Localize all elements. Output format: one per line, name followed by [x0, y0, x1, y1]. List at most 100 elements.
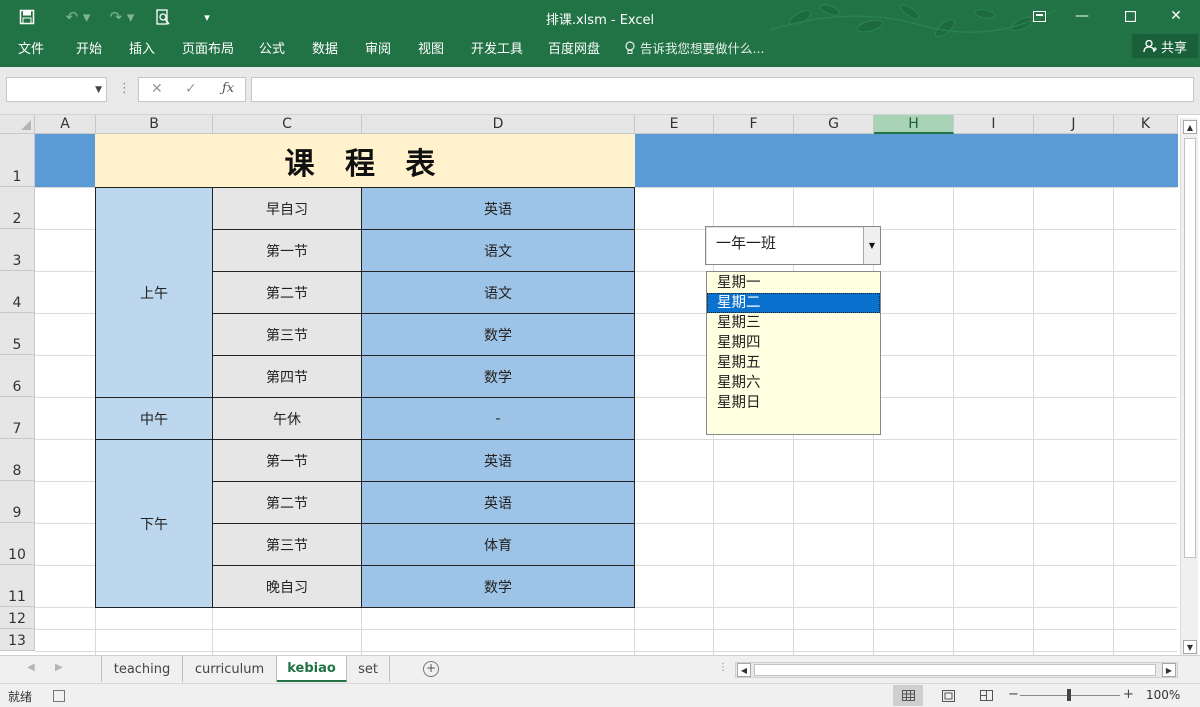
- row-header-9[interactable]: 9: [0, 481, 35, 523]
- list-item-monday[interactable]: 星期一: [707, 273, 880, 293]
- chevron-down-icon[interactable]: ▼: [863, 227, 880, 264]
- next-sheet-icon[interactable]: ▶: [55, 662, 63, 673]
- tab-splitter-icon[interactable]: ⋮: [718, 662, 728, 673]
- sheet-tab-set[interactable]: set: [347, 656, 390, 682]
- column-header-k[interactable]: K: [1114, 115, 1178, 134]
- zoom-level[interactable]: 100%: [1146, 688, 1180, 702]
- noon-cell[interactable]: 中午: [95, 397, 213, 440]
- tab-baidu-netdisk[interactable]: 百度网盘: [548, 38, 600, 57]
- worksheet-grid[interactable]: A B C D E F G H I J K 1 2 3 4 5 6 7 8 9 …: [0, 115, 1200, 655]
- row-header-6[interactable]: 6: [0, 355, 35, 397]
- scroll-down-icon[interactable]: ▼: [1183, 640, 1197, 654]
- row-header-2[interactable]: 2: [0, 187, 35, 229]
- chevron-down-icon[interactable]: ▼: [95, 85, 102, 95]
- row-header-7[interactable]: 7: [0, 397, 35, 439]
- subject-cell[interactable]: 数学: [361, 355, 635, 398]
- subject-cell[interactable]: 语文: [361, 229, 635, 272]
- period-cell[interactable]: 第一节: [212, 439, 362, 482]
- tab-review[interactable]: 审阅: [365, 38, 391, 57]
- tab-data[interactable]: 数据: [312, 38, 338, 57]
- morning-cell[interactable]: 上午: [95, 187, 213, 398]
- maximize-icon[interactable]: [1116, 6, 1144, 26]
- tell-me-search[interactable]: 告诉我您想要做什么...: [625, 38, 764, 57]
- period-cell[interactable]: 第四节: [212, 355, 362, 398]
- sheet-tab-teaching[interactable]: teaching: [101, 656, 183, 682]
- tab-file[interactable]: 文件: [18, 38, 44, 57]
- afternoon-cell[interactable]: 下午: [95, 439, 213, 608]
- list-item-thursday[interactable]: 星期四: [707, 333, 880, 353]
- row-header-11[interactable]: 11: [0, 565, 35, 607]
- period-cell[interactable]: 晚自习: [212, 565, 362, 608]
- zoom-slider-thumb[interactable]: [1067, 689, 1071, 701]
- ribbon-display-options-icon[interactable]: [1025, 6, 1053, 26]
- page-layout-view-icon[interactable]: [933, 685, 963, 706]
- subject-cell[interactable]: 数学: [361, 313, 635, 356]
- list-item-tuesday[interactable]: 星期二: [707, 293, 880, 313]
- zoom-in-icon[interactable]: +: [1123, 687, 1134, 702]
- tab-page-layout[interactable]: 页面布局: [182, 38, 234, 57]
- period-cell[interactable]: 第三节: [212, 523, 362, 566]
- name-box[interactable]: ▼: [6, 77, 107, 102]
- cancel-entry-icon[interactable]: ✕: [151, 81, 163, 97]
- select-all-button[interactable]: [0, 115, 35, 134]
- vertical-scrollbar[interactable]: ▲ ▼: [1180, 118, 1198, 656]
- subject-cell[interactable]: -: [361, 397, 635, 440]
- vertical-scroll-thumb[interactable]: [1184, 138, 1196, 558]
- row-header-5[interactable]: 5: [0, 313, 35, 355]
- zoom-out-icon[interactable]: −: [1008, 687, 1019, 702]
- scroll-right-icon[interactable]: ▶: [1162, 663, 1176, 677]
- column-header-j[interactable]: J: [1034, 115, 1114, 134]
- subject-cell[interactable]: 英语: [361, 439, 635, 482]
- sheet-tab-curriculum[interactable]: curriculum: [183, 656, 277, 682]
- row-header-1[interactable]: 1: [0, 134, 35, 187]
- macro-record-icon[interactable]: [53, 690, 65, 702]
- tab-insert[interactable]: 插入: [129, 38, 155, 57]
- period-cell[interactable]: 第一节: [212, 229, 362, 272]
- period-cell[interactable]: 第三节: [212, 313, 362, 356]
- header-fill-cells-e1-k1[interactable]: [635, 134, 1178, 187]
- list-item-sunday[interactable]: 星期日: [707, 393, 880, 413]
- previous-sheet-icon[interactable]: ◀: [27, 662, 35, 673]
- column-header-a[interactable]: A: [35, 115, 96, 134]
- column-header-g[interactable]: G: [794, 115, 874, 134]
- period-cell[interactable]: 第二节: [212, 481, 362, 524]
- insert-function-icon[interactable]: ƒx: [222, 81, 234, 96]
- close-icon[interactable]: ✕: [1162, 6, 1190, 26]
- subject-cell[interactable]: 体育: [361, 523, 635, 566]
- column-header-i[interactable]: I: [954, 115, 1034, 134]
- schedule-title-cell[interactable]: 课 程 表: [95, 134, 635, 187]
- list-item-wednesday[interactable]: 星期三: [707, 313, 880, 333]
- row-header-13[interactable]: 13: [0, 629, 35, 651]
- normal-view-icon[interactable]: [893, 685, 923, 706]
- add-sheet-icon[interactable]: +: [423, 661, 439, 677]
- period-cell[interactable]: 早自习: [212, 187, 362, 230]
- list-item-friday[interactable]: 星期五: [707, 353, 880, 373]
- column-header-d[interactable]: D: [362, 115, 635, 134]
- period-cell[interactable]: 第二节: [212, 271, 362, 314]
- row-header-3[interactable]: 3: [0, 229, 35, 271]
- column-header-c[interactable]: C: [213, 115, 362, 134]
- scroll-left-icon[interactable]: ◀: [737, 663, 751, 677]
- sheet-tab-kebiao[interactable]: kebiao: [277, 656, 347, 682]
- header-fill-cell-a1[interactable]: [35, 134, 96, 187]
- column-header-h[interactable]: H: [874, 115, 954, 134]
- horizontal-scrollbar[interactable]: ◀ ▶: [735, 662, 1178, 678]
- tab-developer[interactable]: 开发工具: [471, 38, 523, 57]
- horizontal-scroll-thumb[interactable]: [754, 664, 1156, 676]
- column-header-f[interactable]: F: [714, 115, 794, 134]
- confirm-entry-icon[interactable]: ✓: [185, 81, 197, 97]
- subject-cell[interactable]: 英语: [361, 187, 635, 230]
- page-break-preview-icon[interactable]: [971, 685, 1001, 706]
- row-header-4[interactable]: 4: [0, 271, 35, 313]
- period-cell[interactable]: 午休: [212, 397, 362, 440]
- formula-input[interactable]: [251, 77, 1194, 102]
- row-header-8[interactable]: 8: [0, 439, 35, 481]
- subject-cell[interactable]: 数学: [361, 565, 635, 608]
- tab-formulas[interactable]: 公式: [259, 38, 285, 57]
- class-combo-box[interactable]: 一年一班 ▼: [705, 226, 881, 265]
- row-header-12[interactable]: 12: [0, 607, 35, 629]
- weekday-list-box[interactable]: 星期一 星期二 星期三 星期四 星期五 星期六 星期日: [706, 271, 881, 435]
- minimize-icon[interactable]: —: [1068, 6, 1096, 26]
- subject-cell[interactable]: 语文: [361, 271, 635, 314]
- subject-cell[interactable]: 英语: [361, 481, 635, 524]
